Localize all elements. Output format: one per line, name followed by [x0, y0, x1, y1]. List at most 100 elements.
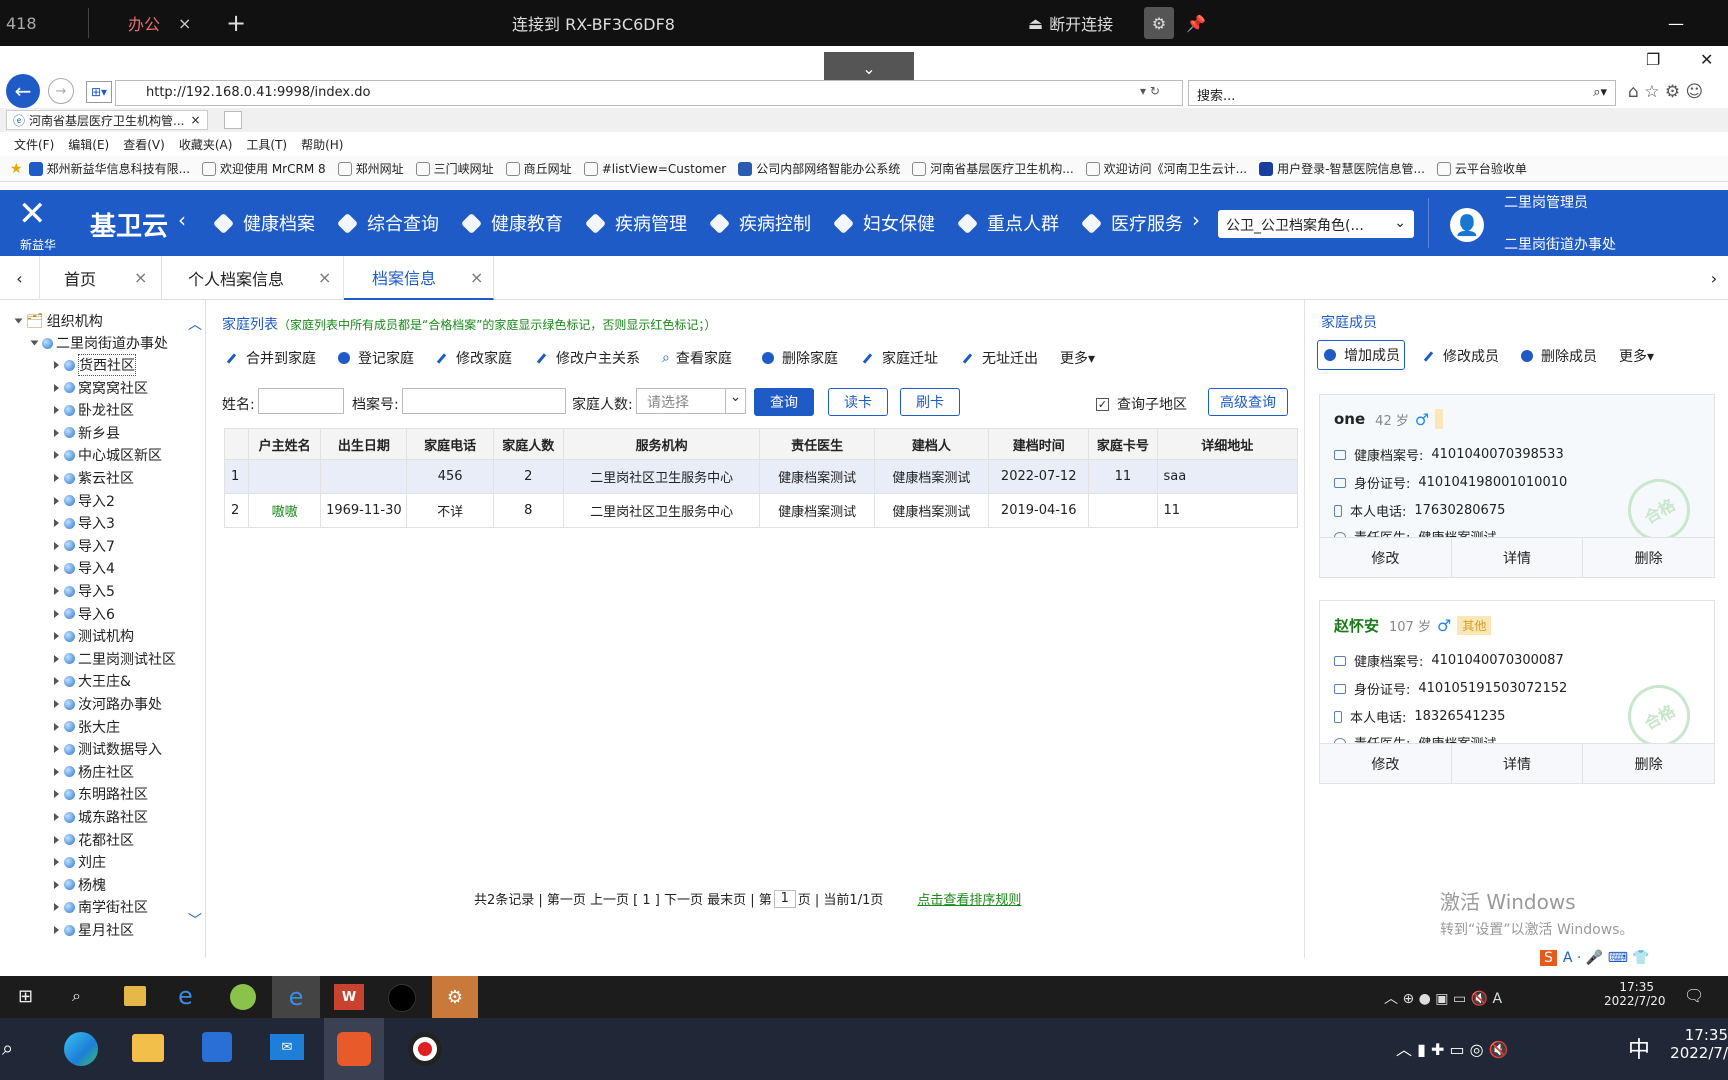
column-header[interactable]: 服务机构 — [562, 428, 761, 460]
column-header[interactable]: 户主姓名 — [248, 428, 322, 460]
expand-icon[interactable] — [54, 858, 59, 867]
expand-icon[interactable] — [54, 451, 59, 460]
edit-head-relation-button[interactable]: 修改户主关系 — [536, 348, 640, 368]
tree-item[interactable]: 刘庄 — [54, 851, 106, 873]
app-icon[interactable] — [388, 984, 416, 1012]
search-icon[interactable]: ⌕▾ — [1593, 85, 1607, 100]
member-card[interactable]: one 42 岁 ♂ 健康档案号: 4101040070398533 身份证号: 4… — [1319, 394, 1715, 578]
tree-root[interactable]: 🗂 组织机构 — [14, 310, 103, 332]
app-icon[interactable] — [230, 984, 256, 1010]
nav-prev-icon[interactable]: ‹ — [178, 208, 186, 232]
tree-item[interactable]: 紫云社区 — [54, 467, 134, 489]
remote-tab-office[interactable]: 办公 — [128, 0, 160, 46]
edit-member-button[interactable]: 修改成员 — [1423, 346, 1499, 366]
move-family-button[interactable]: 家庭迁址 — [862, 348, 938, 368]
name-input[interactable] — [258, 388, 344, 414]
tree-item[interactable]: 导入4 — [54, 557, 115, 579]
advanced-query-button[interactable]: 高级查询 — [1208, 388, 1288, 416]
member-edit-button[interactable]: 修改 — [1320, 744, 1452, 783]
nav-key-population[interactable]: 重点人群 — [956, 190, 1059, 256]
nav-disease-management[interactable]: 疾病管理 — [584, 190, 687, 256]
fav-item[interactable]: 河南省基层医疗卫生机构... — [912, 160, 1074, 177]
column-header[interactable]: 家庭电话 — [406, 428, 494, 460]
tree-item[interactable]: 窝窝窝社区 — [54, 377, 148, 399]
expand-icon[interactable] — [54, 474, 59, 482]
expand-icon[interactable] — [54, 564, 59, 573]
tab-archive-info[interactable]: 档案信息 × — [344, 256, 494, 300]
avatar[interactable]: 👤 — [1450, 208, 1484, 242]
tab-close-icon[interactable]: × — [318, 268, 331, 287]
tree-scroll-down-icon[interactable]: ﹀ — [188, 910, 202, 930]
tree-org[interactable]: 二里岗街道办事处 — [30, 332, 168, 354]
tree-item[interactable]: 星月社区 — [54, 919, 134, 941]
tree-item[interactable]: 城东路社区 — [54, 806, 148, 828]
nav-next-icon[interactable]: › — [1192, 208, 1200, 232]
tab-close-icon[interactable]: × — [134, 268, 147, 287]
table-row[interactable]: 2 嗷嗷 1969-11-30 不详 8 二里岗社区卫生服务中心 健康档案测试 健康档案测试 2… — [223, 493, 1299, 528]
remote-tab-418[interactable]: 418 — [6, 0, 37, 46]
expand-icon[interactable] — [54, 654, 59, 663]
menu-help[interactable]: 帮助(H) — [301, 136, 343, 153]
member-delete-button[interactable]: 删除 — [1583, 538, 1714, 577]
tree-item[interactable]: 杨庄社区 — [54, 761, 134, 783]
expand-icon[interactable] — [54, 519, 59, 528]
register-family-button[interactable]: 登记家庭 — [338, 348, 414, 368]
column-header[interactable]: 建档人 — [873, 428, 990, 460]
nav-medical-service[interactable]: 医疗服务 — [1080, 190, 1183, 256]
fav-item[interactable]: 用户登录-智慧医院信息管... — [1259, 160, 1425, 177]
expand-icon[interactable] — [54, 677, 59, 686]
tray-icons[interactable]: ︿ ▮ ✚ ▭ ◎ 🔇 — [1396, 1036, 1509, 1060]
tree-item[interactable]: 导入3 — [54, 512, 115, 534]
nav-health-education[interactable]: 健康教育 — [460, 190, 563, 256]
file-explorer-icon[interactable] — [124, 986, 146, 1006]
more-menu-button[interactable]: 更多▾ — [1060, 348, 1095, 368]
column-header[interactable]: 家庭人数 — [492, 428, 564, 460]
column-header[interactable]: 责任医生 — [759, 428, 875, 460]
delete-family-button[interactable]: 删除家庭 — [762, 348, 838, 368]
tabs-scroll-left-icon[interactable]: ‹ — [0, 256, 40, 300]
tree-item[interactable]: 南学街社区 — [54, 896, 148, 918]
tree-item[interactable]: 大王庄& — [54, 670, 131, 692]
fav-item[interactable]: 三门峡网址 — [415, 160, 494, 177]
home-star-gear-icons[interactable]: ⌂ ☆ ⚙ ☺ — [1628, 82, 1703, 102]
url-input[interactable]: http://192.168.0.41:9998/index.do — [115, 80, 1183, 106]
tree-item[interactable]: 汝河路办事处 — [54, 693, 162, 715]
search-icon[interactable]: ⌕ — [72, 986, 81, 1006]
expand-icon[interactable] — [54, 835, 59, 844]
remote-clock[interactable]: 17:35 2022/7/20 — [1604, 980, 1666, 1008]
tree-item[interactable]: 测试机构 — [54, 625, 134, 647]
fav-item[interactable]: 郑州新益华信息科技有限... — [28, 160, 190, 177]
expand-icon[interactable] — [54, 632, 59, 641]
record-icon[interactable] — [408, 1032, 442, 1066]
start-icon[interactable]: ⊞ — [18, 986, 33, 1007]
expand-icon[interactable] — [54, 496, 59, 505]
tree-item[interactable]: 导入7 — [54, 535, 115, 557]
expand-icon[interactable] — [54, 383, 59, 392]
member-edit-button[interactable]: 修改 — [1320, 538, 1452, 577]
expand-icon[interactable] — [54, 700, 59, 708]
expand-icon[interactable] — [54, 722, 59, 731]
member-count-select[interactable]: 请选择 ⌄ — [636, 388, 746, 414]
settings-icon[interactable]: ⚙ — [432, 976, 478, 1018]
tray-icons[interactable]: ︿ ⊕ ● ▣ ▭ 🔇 A — [1384, 988, 1502, 1008]
tree-item[interactable]: 货西社区 — [54, 354, 136, 376]
tree-item[interactable]: 杨槐 — [54, 874, 106, 896]
nav-women-health[interactable]: 妇女保健 — [832, 190, 935, 256]
member-more-button[interactable]: 更多▾ — [1619, 346, 1654, 366]
menu-favorites[interactable]: 收藏夹(A) — [179, 136, 233, 153]
expand-icon[interactable] — [54, 767, 59, 776]
menu-view[interactable]: 查看(V) — [123, 136, 165, 153]
swipe-card-button[interactable]: 刷卡 — [900, 388, 960, 416]
fav-item[interactable]: 商丘网址 — [505, 160, 572, 177]
fav-item[interactable]: 郑州网址 — [337, 160, 404, 177]
ime-indicator[interactable]: 中 — [1628, 1032, 1650, 1064]
member-delete-button[interactable]: 删除 — [1583, 744, 1714, 783]
sort-rule-link[interactable]: 点击查看排序规则 — [917, 889, 1021, 908]
tree-item[interactable]: 测试数据导入 — [54, 738, 162, 760]
expand-icon[interactable] — [54, 813, 59, 821]
tree-item[interactable]: 二里岗测试社区 — [54, 648, 176, 670]
browser-tab[interactable]: ⓔ 河南省基层医疗卫生机构管... × — [6, 110, 208, 130]
read-card-button[interactable]: 读卡 — [828, 388, 888, 416]
expand-icon[interactable] — [54, 361, 59, 369]
browser-tab-close-icon[interactable]: × — [190, 113, 200, 127]
